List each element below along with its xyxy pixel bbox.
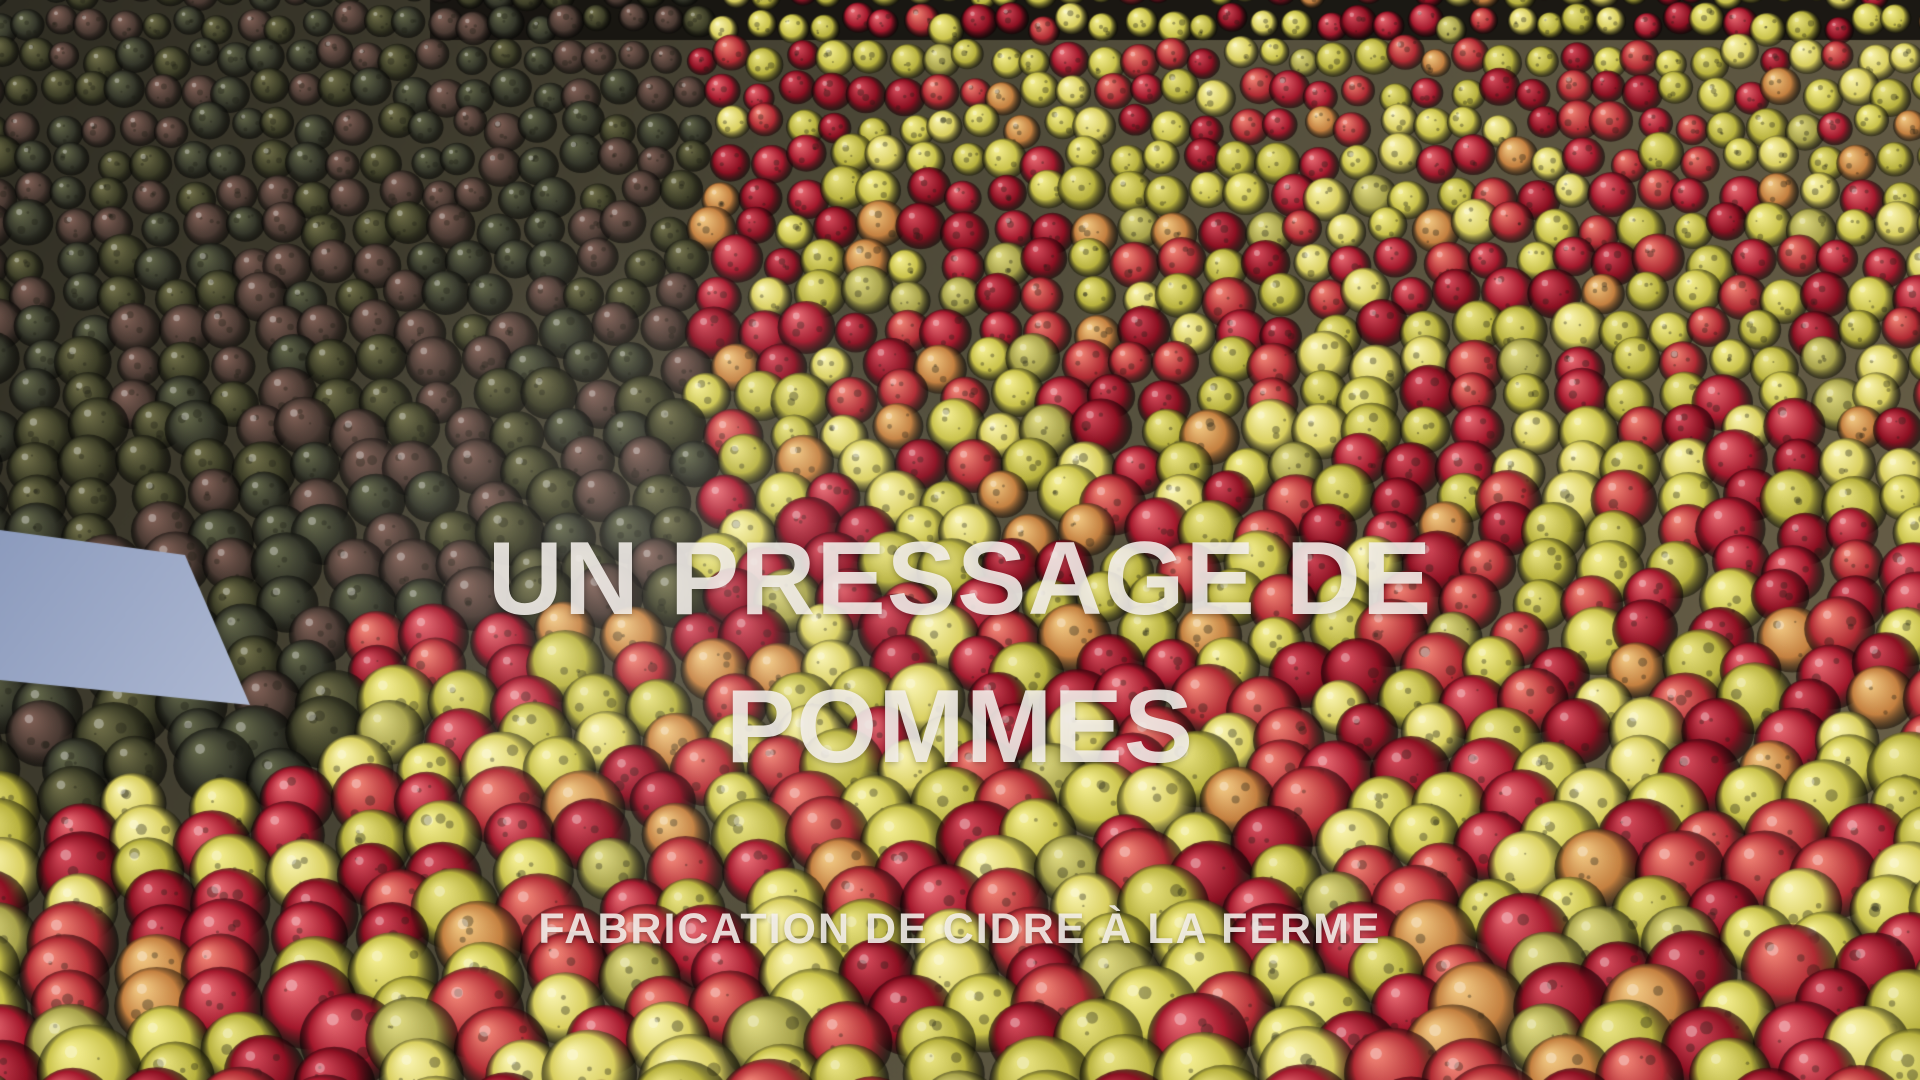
video-frame: UN PRESSAGE DE POMMES FABRICATION DE CID… [0,0,1920,1080]
subtitle: FABRICATION DE CIDRE À LA FERME [538,905,1382,953]
